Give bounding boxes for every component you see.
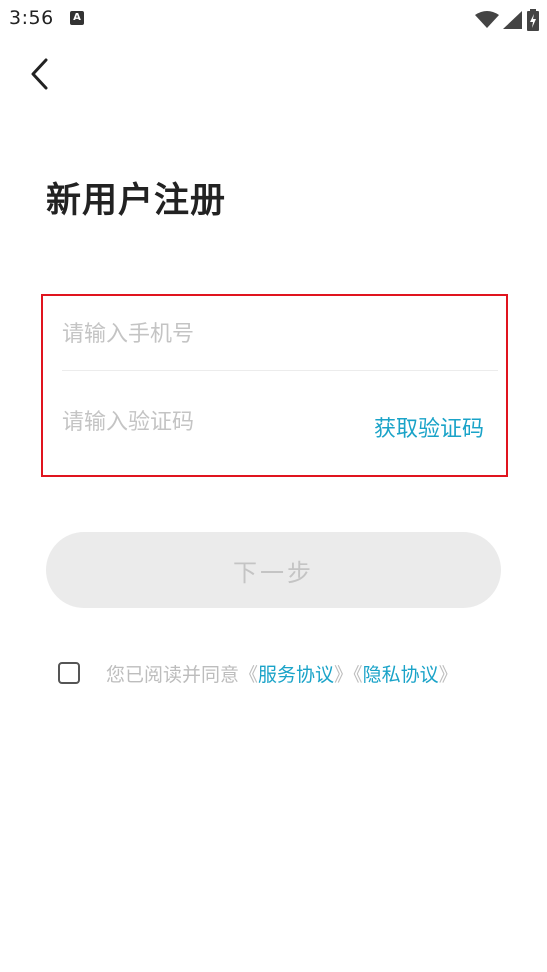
back-button[interactable] xyxy=(20,55,60,95)
phone-row xyxy=(62,296,498,371)
agreement-row: 您已阅读并同意《服务协议》《隐私协议》 xyxy=(58,656,458,690)
registration-form: 获取验证码 xyxy=(41,294,508,477)
agree-checkbox[interactable] xyxy=(58,662,80,684)
wifi-icon xyxy=(475,11,499,28)
battery-charging-icon xyxy=(527,9,539,31)
system-icons xyxy=(475,9,539,31)
page-title: 新用户注册 xyxy=(46,181,227,221)
next-step-button[interactable]: 下一步 xyxy=(46,532,501,608)
phone-input[interactable] xyxy=(62,316,352,352)
notification-a-icon: A xyxy=(70,11,84,25)
service-agreement-link[interactable]: 服务协议 xyxy=(258,664,334,686)
get-code-button[interactable]: 获取验证码 xyxy=(374,411,484,443)
verification-code-input[interactable] xyxy=(62,404,352,440)
status-time: 3:56 xyxy=(9,7,54,29)
close-bracket: 》 xyxy=(334,663,354,686)
code-row: 获取验证码 xyxy=(62,404,498,476)
signal-icon xyxy=(503,11,522,29)
agreement-text: 您已阅读并同意《服务协议》《隐私协议》 xyxy=(106,660,458,687)
chevron-left-icon xyxy=(31,58,48,90)
open-bracket: 《 xyxy=(239,663,259,686)
close-bracket-2: 》 xyxy=(438,663,458,686)
privacy-agreement-link[interactable]: 隐私协议 xyxy=(363,664,439,686)
open-bracket-2: 《 xyxy=(353,663,363,686)
agreement-prefix: 您已阅读并同意 xyxy=(106,663,240,686)
status-bar: 3:56 A xyxy=(0,0,547,38)
